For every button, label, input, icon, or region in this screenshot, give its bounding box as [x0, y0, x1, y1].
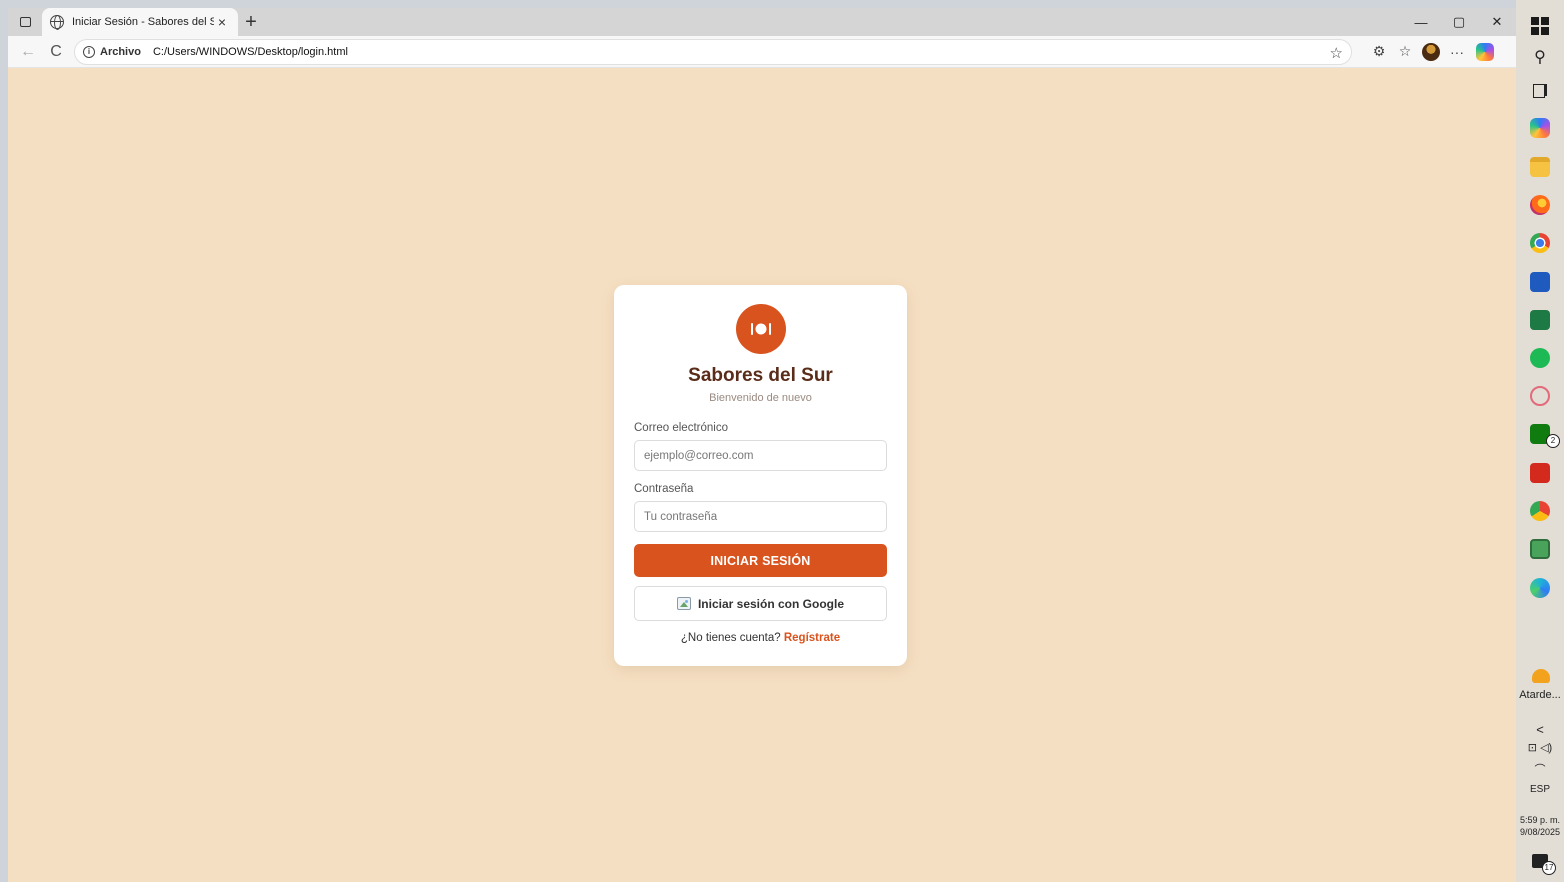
copilot-icon[interactable] — [1476, 42, 1494, 61]
windows-start-icon[interactable] — [1530, 16, 1550, 36]
email-label: Correo electrónico — [634, 422, 728, 434]
password-label: Contraseña — [634, 483, 694, 495]
wifi-icon[interactable]: ⌒ — [1516, 761, 1564, 777]
weather-sunset-icon[interactable] — [1532, 669, 1550, 683]
profile-avatar[interactable] — [1422, 42, 1440, 61]
edge-icon[interactable] — [1530, 578, 1550, 598]
reload-button[interactable]: C — [42, 38, 70, 66]
tab-actions-button[interactable] — [12, 9, 38, 35]
brand-title: Sabores del Sur — [688, 365, 833, 386]
snipping-tool-icon[interactable] — [1530, 386, 1550, 406]
password-field[interactable] — [634, 501, 887, 532]
clock-time: 5:59 p. m. — [1519, 815, 1561, 825]
favorites-icon[interactable]: ☆ — [1392, 39, 1418, 65]
login-card: Sabores del Sur Bienvenido de nuevo Corr… — [614, 285, 907, 666]
signup-line: ¿No tienes cuenta? Regístrate — [634, 632, 887, 644]
file-explorer-icon[interactable] — [1530, 157, 1550, 177]
page-viewport: Sabores del Sur Bienvenido de nuevo Corr… — [8, 68, 1516, 882]
browser-window: Iniciar Sesión - Sabores del Sur × + — ▢… — [8, 8, 1516, 882]
extensions-icon[interactable]: ⚙ — [1366, 39, 1392, 65]
network-volume-icons[interactable]: ⊡ ◁) — [1516, 741, 1564, 754]
chrome-icon[interactable] — [1530, 233, 1550, 253]
word-icon[interactable] — [1530, 272, 1550, 292]
browser-toolbar: ← C i Archivo C:/Users/WINDOWS/Desktop/l… — [8, 36, 1516, 68]
window-controls: — ▢ ✕ — [1402, 8, 1516, 36]
google-login-button[interactable]: Iniciar sesión con Google — [634, 586, 887, 621]
xbox-badge: 2 — [1546, 434, 1560, 448]
favorite-star-icon[interactable]: ☆ — [1330, 44, 1343, 62]
logo-circle — [735, 304, 786, 354]
login-submit-button[interactable]: INICIAR SESIÓN — [634, 544, 887, 577]
toolbar-icons: ⚙ ☆ ··· — [1366, 39, 1494, 65]
restore-button[interactable]: ▢ — [1440, 8, 1478, 36]
signup-prompt: ¿No tienes cuenta? — [680, 632, 781, 644]
tray-chevron-icon[interactable]: < — [1516, 722, 1564, 737]
google-login-label: Iniciar sesión con Google — [697, 596, 845, 611]
tab-strip: Iniciar Sesión - Sabores del Sur × + — ▢… — [8, 8, 1516, 36]
info-icon[interactable]: i — [83, 45, 95, 58]
weather-label[interactable]: Atarde... — [1516, 689, 1564, 701]
tab-close-icon[interactable]: × — [214, 14, 230, 30]
spotify-icon[interactable] — [1530, 348, 1550, 368]
signup-link[interactable]: Regístrate — [784, 632, 840, 644]
tab-title: Iniciar Sesión - Sabores del Sur — [72, 16, 214, 28]
taskbar-clock[interactable]: 5:59 p. m. 9/08/2025 — [1516, 814, 1564, 838]
chrome-profile-icon[interactable] — [1530, 501, 1550, 521]
utensils-plate-icon — [750, 323, 771, 335]
tab-active[interactable]: Iniciar Sesión - Sabores del Sur × — [42, 8, 238, 36]
new-tab-button[interactable]: + — [238, 9, 264, 35]
address-scheme-label: Archivo — [100, 45, 141, 58]
email-field[interactable] — [634, 440, 887, 471]
language-indicator[interactable]: ESP — [1516, 784, 1564, 795]
task-view-icon[interactable] — [1530, 80, 1550, 100]
more-menu-icon[interactable]: ··· — [1444, 39, 1470, 65]
close-window-button[interactable]: ✕ — [1478, 8, 1516, 36]
globe-icon — [50, 15, 64, 30]
notification-badge: 17 — [1542, 861, 1556, 875]
back-button[interactable]: ← — [14, 38, 42, 66]
search-icon[interactable]: ⚲ — [1530, 48, 1550, 68]
brand-subtitle: Bienvenido de nuevo — [709, 392, 812, 404]
tab-actions-icon — [19, 17, 31, 27]
remote-desktop-icon[interactable] — [1530, 539, 1550, 559]
windows-taskbar: ⚲ 2 Atarde... < ⊡ ◁) ⌒ ESP 5:59 p. m. 9/… — [1516, 0, 1564, 882]
address-url[interactable]: C:/Users/WINDOWS/Desktop/login.html — [153, 46, 348, 58]
copilot-app-icon[interactable] — [1530, 118, 1550, 138]
address-bar[interactable]: i Archivo C:/Users/WINDOWS/Desktop/login… — [74, 38, 1352, 65]
acrobat-icon[interactable] — [1530, 463, 1550, 483]
excel-icon[interactable] — [1530, 310, 1550, 330]
firefox-icon[interactable] — [1530, 195, 1550, 215]
google-broken-image-icon — [676, 597, 691, 610]
clock-date: 9/08/2025 — [1519, 827, 1561, 837]
minimize-button[interactable]: — — [1402, 8, 1440, 36]
